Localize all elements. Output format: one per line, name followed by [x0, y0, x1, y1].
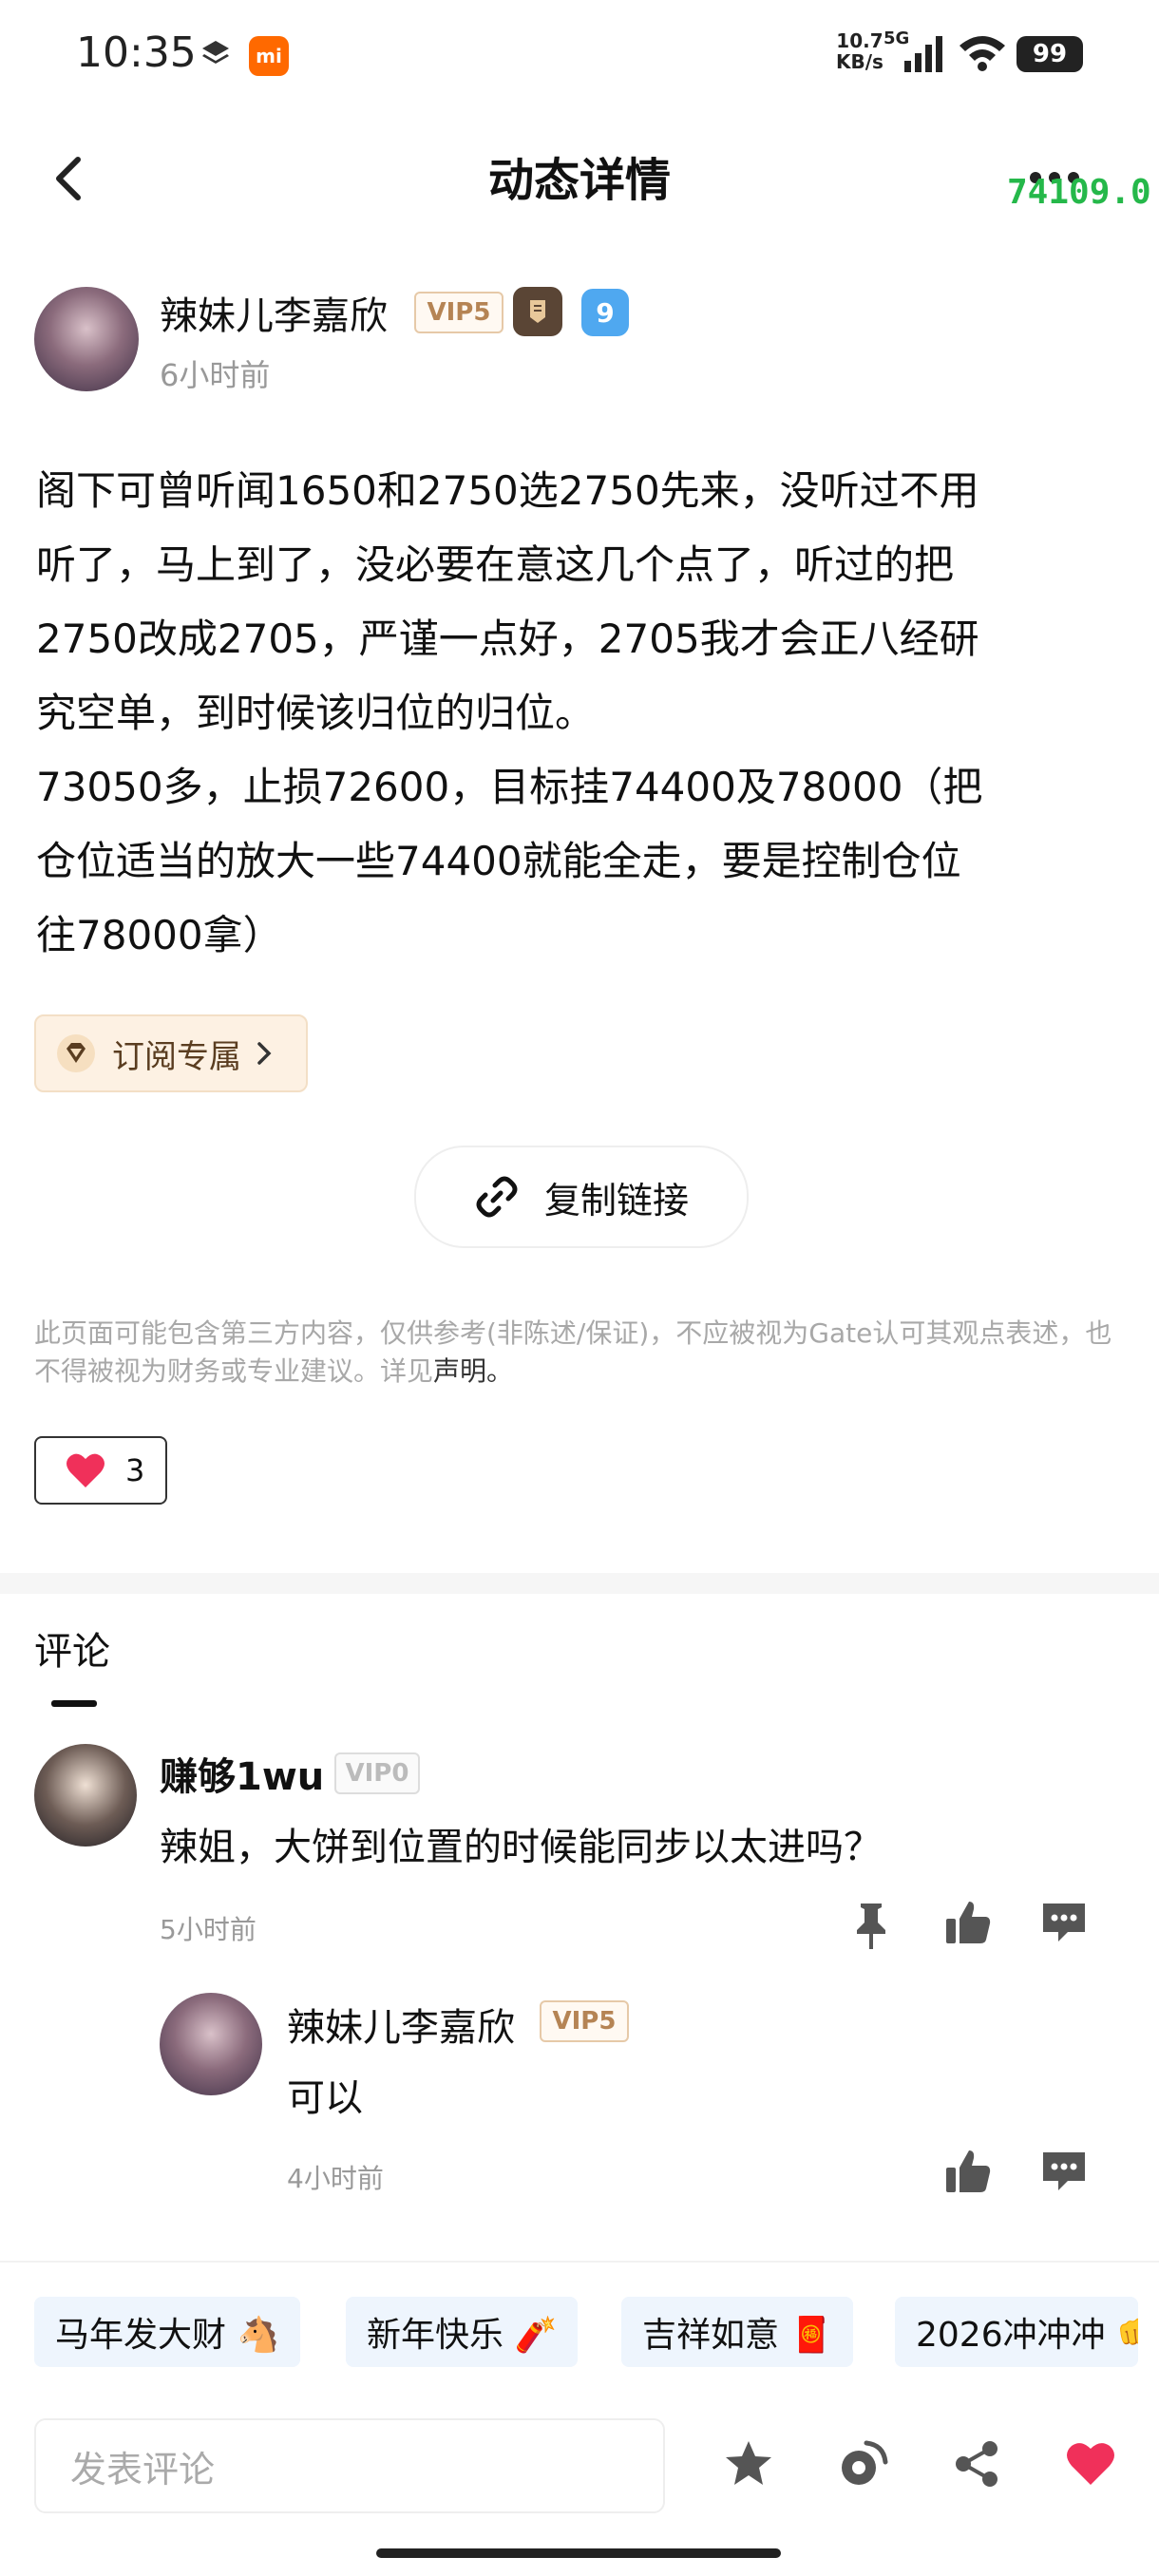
reply-author-avatar[interactable] — [160, 1993, 262, 2095]
pin-icon[interactable] — [847, 1900, 895, 1951]
like-count: 3 — [125, 1452, 145, 1488]
comment-time: 5小时前 — [160, 1914, 256, 1945]
thumbs-up-icon[interactable] — [944, 1900, 992, 1945]
comment-reply-icon[interactable] — [1039, 2149, 1089, 2194]
post-body: 阁下可曾听闻1650和2750选2750先来，没听过不用 听了，马上到了，没必要… — [36, 467, 983, 958]
disclaimer: 此页面可能包含第三方内容，仅供参考(非陈述/保证)，不应被视为Gate认可其观点… — [34, 1315, 1127, 1391]
signal-icon — [904, 36, 942, 72]
like-button[interactable]: 3 — [34, 1436, 167, 1505]
section-divider — [0, 1573, 1159, 1594]
medal-icon — [513, 287, 562, 336]
author-avatar[interactable] — [34, 287, 139, 391]
subscription-label: 订阅专属 — [112, 1037, 241, 1076]
copy-link-button[interactable]: 复制链接 — [414, 1146, 749, 1248]
vip-badge: VIP5 — [540, 2000, 629, 2042]
quick-reply-chip[interactable]: 2026冲冲冲 👊 — [895, 2297, 1138, 2367]
share-icon[interactable] — [950, 2437, 1003, 2491]
reply-text: 可以 — [287, 2076, 363, 2120]
comments-tab[interactable]: 评论 — [34, 1620, 110, 1676]
level-badge: 9 — [581, 289, 629, 336]
chips-divider — [0, 2261, 1159, 2263]
commenter-name[interactable]: 赚够1wu — [160, 1746, 324, 1801]
layers-icon — [202, 41, 229, 64]
commenter-avatar[interactable] — [34, 1744, 137, 1847]
disclaimer-link[interactable]: 声明。 — [433, 1355, 513, 1387]
home-indicator[interactable] — [376, 2548, 781, 2558]
quick-reply-chip[interactable]: 马年发大财 🐴 — [34, 2297, 301, 2367]
speed-value: 10.7 — [836, 29, 884, 52]
wifi-icon — [960, 36, 1005, 71]
author-name[interactable]: 辣妹儿李嘉欣 — [160, 285, 388, 340]
price-ticker[interactable]: 74109.0 — [1007, 173, 1151, 212]
link-icon — [476, 1176, 518, 1218]
reply-author-name[interactable]: 辣妹儿李嘉欣 — [287, 1997, 515, 2052]
comment-text: 辣姐，大饼到位置的时候能同步以太进吗？ — [160, 1826, 882, 1869]
subscription-tag[interactable]: 订阅专属 — [34, 1014, 308, 1092]
vip-badge: VIP0 — [334, 1752, 420, 1794]
disclaimer-text: 此页面可能包含第三方内容，仅供参考(非陈述/保证)，不应被视为Gate认可其观点… — [34, 1317, 1112, 1387]
repost-icon[interactable] — [836, 2437, 889, 2491]
heart-icon[interactable] — [1064, 2437, 1117, 2491]
heart-icon — [66, 1453, 104, 1487]
star-icon[interactable] — [722, 2437, 775, 2491]
reply-time: 4小时前 — [287, 2163, 384, 2194]
comment-input-placeholder: 发表评论 — [70, 2448, 216, 2491]
tab-underline — [51, 1700, 97, 1707]
copy-link-label: 复制链接 — [543, 1179, 689, 1222]
vip-badge: VIP5 — [414, 292, 504, 333]
thumbs-up-icon[interactable] — [944, 2149, 992, 2194]
chevron-right-icon — [257, 1042, 272, 1065]
quick-reply-chip[interactable]: 吉祥如意 🧧 — [621, 2297, 854, 2367]
diamond-icon — [57, 1034, 95, 1072]
page-title: 动态详情 — [487, 154, 671, 207]
comment-reply-icon[interactable] — [1039, 1900, 1089, 1945]
mi-app-icon: mi — [249, 36, 289, 76]
status-time: 10:35 — [76, 28, 197, 77]
post-time: 6小时前 — [160, 357, 271, 393]
network-speed: 10.7 KB/s — [836, 30, 884, 72]
quick-reply-chip[interactable]: 新年快乐 🧨 — [346, 2297, 579, 2367]
battery-indicator: 99 — [1016, 36, 1083, 72]
speed-unit: KB/s — [836, 50, 884, 73]
comment-input[interactable]: 发表评论 — [34, 2418, 665, 2513]
